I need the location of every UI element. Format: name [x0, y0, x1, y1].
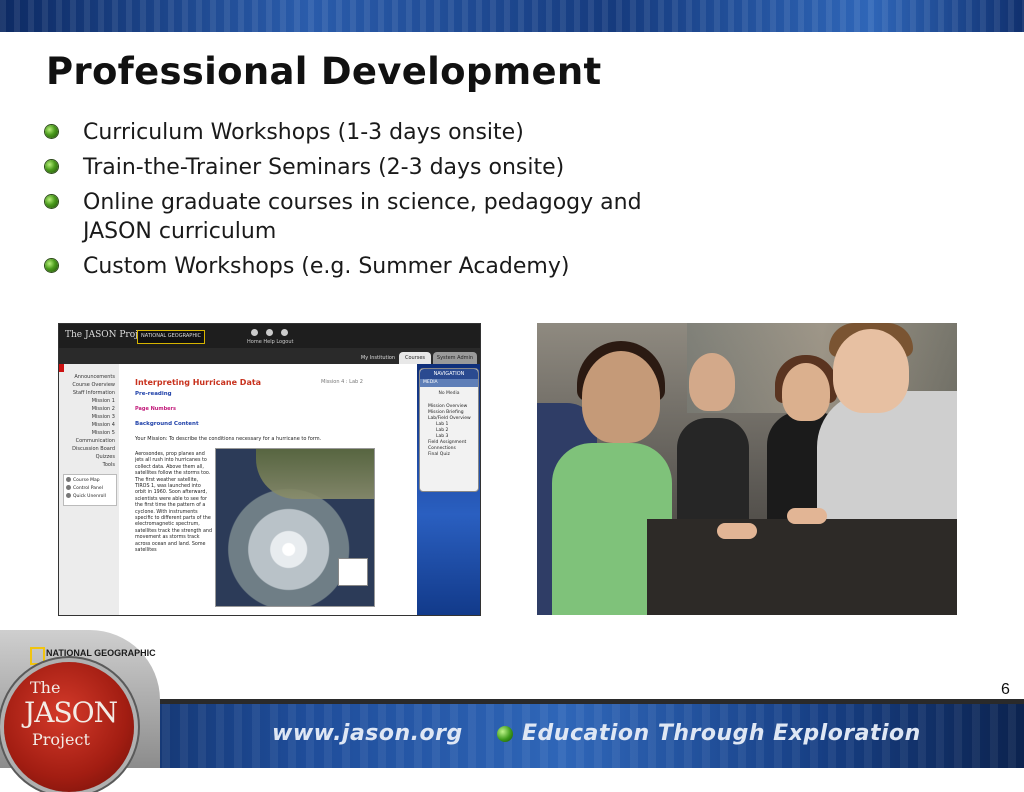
site-tabbar: My Institution Courses System Admin — [59, 348, 480, 364]
bullet-item: Curriculum Workshops (1-3 days onsite) — [45, 118, 725, 147]
logo-jason: JASON — [24, 696, 118, 729]
nav-item: Mission Overview — [428, 404, 468, 409]
nav-item: Lab 1 — [436, 422, 449, 427]
bullet-item: Train-the-Trainer Seminars (2-3 days ons… — [45, 153, 725, 182]
bullet-item: Online graduate courses in science, peda… — [45, 188, 703, 246]
ng-frame-icon — [30, 647, 45, 665]
sidebar-item: Discussion Board — [72, 446, 115, 452]
tool-item: Quick Unenroll — [66, 493, 114, 499]
sidebar-item: Course Overview — [72, 382, 115, 388]
nav-header: NAVIGATION — [420, 369, 478, 379]
bullet-icon — [45, 160, 58, 173]
sidebar-tools-box: Course Map Control Panel Quick Unenroll — [63, 474, 117, 506]
tool-item: Control Panel — [66, 485, 114, 491]
hand — [717, 523, 757, 539]
tool-item: Course Map — [66, 477, 114, 483]
hand — [787, 508, 827, 524]
site-content: Interpreting Hurricane Data Mission 4 : … — [121, 366, 417, 615]
page-numbers-heading: Page Numbers — [135, 406, 176, 412]
navigation-panel: NAVIGATION MEDIA No Media Mission Overvi… — [419, 368, 479, 492]
bullet-icon — [45, 125, 58, 138]
hurricane-satellite-image — [215, 448, 375, 607]
ng-badge: NATIONAL GEOGRAPHIC — [137, 330, 206, 344]
sidebar-item: Mission 5 — [91, 430, 115, 436]
teacher — [782, 363, 830, 421]
coastline-shape — [256, 449, 374, 499]
pre-reading-heading: Pre-reading — [135, 391, 172, 397]
red-marker — [59, 364, 64, 372]
ng-label: NATIONAL GEOGRAPHIC — [46, 648, 156, 658]
bullet-text: Online graduate courses in science, peda… — [83, 190, 642, 244]
bullet-text: Custom Workshops (e.g. Summer Academy) — [83, 254, 570, 279]
no-media-text: No Media — [438, 391, 460, 396]
bullet-text: Train-the-Trainer Seminars (2-3 days ons… — [83, 155, 565, 180]
tab-my-institution: My Institution — [360, 355, 396, 361]
logout-icon — [281, 329, 288, 336]
student-girl — [582, 351, 660, 443]
nav-item: Connections — [428, 446, 456, 451]
tab-system-admin: System Admin — [433, 352, 477, 364]
sidebar-item: Mission 2 — [91, 406, 115, 412]
course-site-screenshot: The JASON Project NATIONAL GEOGRAPHIC Ho… — [58, 323, 481, 616]
bullet-list: Curriculum Workshops (1-3 days onsite) T… — [45, 118, 725, 287]
bullet-text: Curriculum Workshops (1-3 days onsite) — [83, 120, 524, 145]
background-heading: Background Content — [135, 421, 199, 427]
header-links: Home Help Logout — [247, 339, 294, 345]
content-mission: Mission 4 : Lab 2 — [321, 379, 363, 385]
bullet-icon — [45, 195, 58, 208]
site-sidebar: Announcements Course Overview Staff Info… — [59, 364, 119, 615]
logo-the: The — [30, 678, 61, 697]
sidebar-item: Staff Information — [72, 390, 115, 396]
footer-url: www.jason.org — [272, 721, 463, 746]
map-legend — [338, 558, 368, 586]
help-icon — [266, 329, 273, 336]
home-icon — [251, 329, 258, 336]
footer-slogan: Education Through Exploration — [522, 721, 921, 746]
bullet-icon — [45, 259, 58, 272]
sidebar-item: Mission 3 — [91, 414, 115, 420]
nav-item: Mission Briefing — [428, 410, 464, 415]
nav-item: Field Assignment — [428, 440, 467, 445]
media-label: MEDIA — [420, 379, 478, 387]
tool-icon — [66, 477, 71, 482]
student-boy — [689, 353, 735, 411]
page-number: 6 — [1001, 681, 1010, 698]
tab-courses: Courses — [399, 352, 431, 364]
sidebar-item: Quizzes — [95, 454, 115, 460]
nav-item: Lab 3 — [436, 434, 449, 439]
green-dot-icon — [497, 726, 513, 742]
lab-table — [647, 519, 957, 615]
logo-project: Project — [32, 730, 90, 749]
slide-title: Professional Development — [46, 50, 602, 93]
your-mission-text: Your Mission: To describe the conditions… — [135, 436, 322, 442]
content-body: Aerosondes, prop planes and jets all rus… — [135, 452, 213, 554]
nav-item: Lab 2 — [436, 428, 449, 433]
jason-logo: NATIONAL GEOGRAPHIC The JASON Project — [0, 630, 160, 792]
sidebar-item: Communication — [75, 438, 115, 444]
top-banner — [0, 0, 1024, 32]
sidebar-item: Announcements — [74, 374, 115, 380]
tool-icon — [66, 493, 71, 498]
bullet-item: Custom Workshops (e.g. Summer Academy) — [45, 252, 725, 281]
header-icons — [247, 329, 292, 338]
content-title: Interpreting Hurricane Data — [135, 378, 262, 387]
sidebar-item: Mission 4 — [91, 422, 115, 428]
nav-item: Final Quiz — [428, 452, 450, 457]
student-right — [833, 329, 909, 413]
nav-item: Lab/Field Overview — [428, 416, 471, 421]
sidebar-item: Mission 1 — [91, 398, 115, 404]
classroom-photo — [537, 323, 957, 615]
sidebar-item: Tools — [102, 462, 115, 468]
tool-icon — [66, 485, 71, 490]
